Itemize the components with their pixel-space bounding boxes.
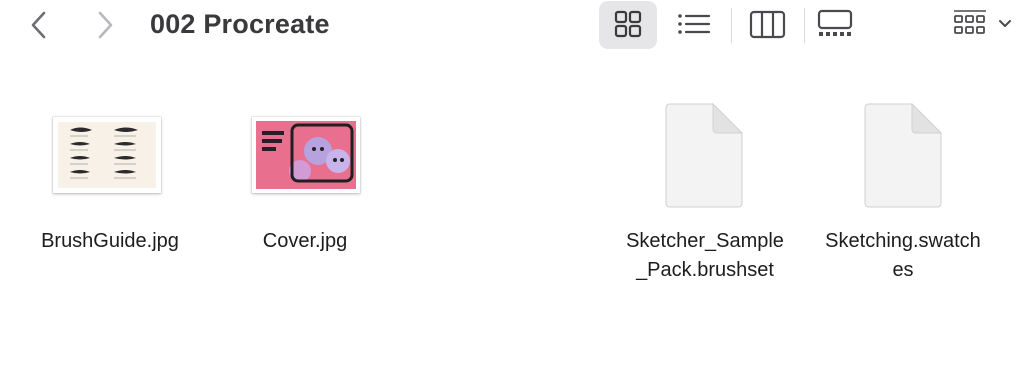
- file-item-swatches[interactable]: Sketching.swatch es: [805, 100, 1001, 290]
- back-button[interactable]: [25, 8, 55, 42]
- cover-art-preview: [256, 121, 356, 189]
- finder-toolbar: 002 Procreate: [0, 0, 1024, 50]
- file-item-cover[interactable]: Cover.jpg: [200, 100, 410, 270]
- file-item-brushguide[interactable]: BrushGuide.jpg: [5, 100, 215, 270]
- grid-grouping-icon: [954, 10, 1011, 34]
- gallery-view-icon: [817, 9, 853, 36]
- image-thumbnail: [53, 117, 161, 193]
- column-view-icon: [749, 10, 786, 39]
- cover-art-icon: [256, 121, 356, 189]
- brush-strokes-icon: [70, 127, 138, 179]
- gallery-view-button[interactable]: [808, 1, 866, 49]
- forward-button[interactable]: [90, 8, 120, 42]
- list-view-icon: [678, 14, 711, 34]
- file-name: Cover.jpg: [262, 230, 348, 252]
- chevron-left-icon: [31, 11, 46, 39]
- icon-view-button[interactable]: [599, 1, 657, 49]
- document-icon: [665, 102, 744, 208]
- file-name: BrushGuide.jpg: [41, 230, 179, 252]
- toolbar-separator: [731, 8, 732, 43]
- chevron-right-icon: [98, 11, 113, 39]
- list-view-button[interactable]: [665, 1, 723, 49]
- file-item-brushset[interactable]: Sketcher_Sample _Pack.brushset: [605, 100, 805, 290]
- brush-guide-preview: [58, 122, 156, 188]
- window-title: 002 Procreate: [150, 9, 330, 39]
- file-name: Sketcher_Sample _Pack.brushset: [626, 230, 784, 281]
- icon-view-icon: [614, 10, 642, 38]
- document-icon: [864, 102, 943, 208]
- column-view-button[interactable]: [739, 1, 797, 49]
- file-name: Sketching.swatch es: [825, 230, 981, 281]
- group-by-button[interactable]: [946, 1, 1018, 49]
- image-thumbnail: [252, 117, 360, 193]
- toolbar-separator: [804, 8, 805, 43]
